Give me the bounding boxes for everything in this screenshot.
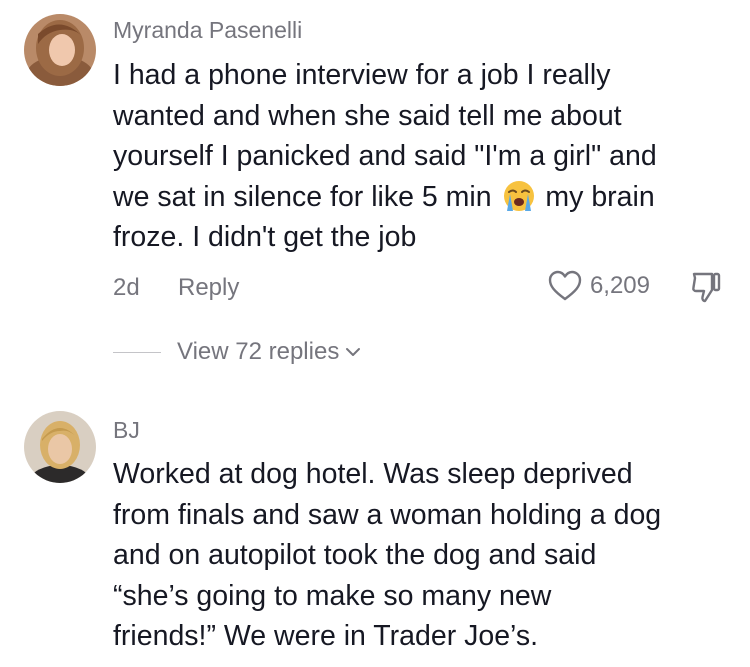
heart-icon	[548, 270, 582, 301]
view-replies-button[interactable]: View 72 replies	[113, 337, 361, 367]
like-button[interactable]: 6,209	[548, 270, 650, 302]
comment-text-line: and on autopilot took the dog and said	[113, 539, 597, 571]
avatar-photo-icon	[24, 14, 96, 86]
comment-username[interactable]: Myranda Pasenelli	[113, 17, 302, 44]
reply-button[interactable]: Reply	[178, 274, 239, 302]
comment-text-line: Worked at dog hotel. Was sleep deprived	[113, 458, 633, 490]
comment-text-line: from finals and saw a woman holding a do…	[113, 498, 662, 531]
comment-actions: 2d Reply 6,209	[113, 270, 722, 306]
dislike-icon[interactable]	[690, 270, 722, 304]
comment-text-line: I had a phone interview for a job I real…	[113, 59, 611, 91]
comment-username[interactable]: BJ	[113, 417, 140, 444]
comment-text: I had a phone interview for a job I real…	[113, 55, 733, 258]
chevron-down-icon	[346, 348, 361, 356]
comment-text-segment: my brain	[545, 180, 655, 213]
comment-age: 2d	[113, 274, 140, 301]
like-count: 6,209	[589, 272, 650, 299]
avatar-photo-icon	[24, 411, 96, 483]
avatar[interactable]	[24, 14, 96, 86]
comment-text-line: wanted and when she said tell me about	[113, 99, 622, 132]
comment-text-segment: we sat in silence for like 5 min	[113, 180, 492, 213]
loudly-crying-face-icon	[503, 180, 534, 211]
avatar[interactable]	[24, 411, 96, 483]
replies-divider	[113, 351, 161, 353]
comment-text-line: froze. I didn't get the job	[113, 221, 417, 253]
comment-text-line: friends!” We were in Trader Joe’s.	[113, 620, 539, 652]
comment-text-line: yourself I panicked and said "I'm a girl…	[113, 140, 657, 172]
comment-text-line: “she’s going to make so many new	[113, 579, 552, 612]
view-replies-label: View 72 replies	[177, 338, 340, 365]
comment-text: Worked at dog hotel. Was sleep deprived …	[113, 454, 733, 657]
comment-text-line: we sat in silence for like 5 min my brai…	[113, 177, 733, 218]
